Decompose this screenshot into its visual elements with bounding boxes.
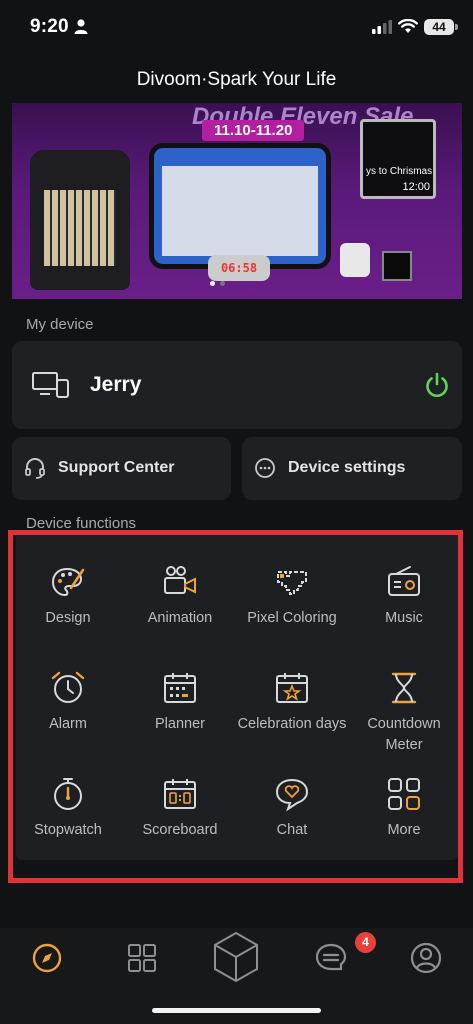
function-planner[interactable]: Planner — [124, 670, 236, 735]
stopwatch-icon — [54, 778, 82, 810]
device-name: Jerry — [90, 373, 142, 396]
support-center-button[interactable]: Support Center — [12, 437, 231, 500]
person-icon — [74, 19, 88, 34]
tree-display-image — [382, 251, 412, 281]
chat-heart-icon — [275, 778, 309, 812]
function-chat[interactable]: Chat — [236, 776, 348, 841]
function-label: Countdown Meter — [367, 716, 441, 753]
device-settings-button[interactable]: Device settings — [242, 437, 462, 500]
backpack-image — [30, 150, 130, 290]
backpack-pixel-screen — [44, 190, 116, 266]
discover-icon[interactable] — [31, 942, 63, 974]
status-time: 9:20 — [30, 16, 69, 37]
messages-badge: 4 — [355, 932, 376, 953]
monitor-screen — [162, 156, 318, 256]
function-label: More — [387, 822, 421, 838]
function-label: Animation — [147, 610, 213, 626]
apps-grid-icon[interactable] — [126, 942, 158, 974]
battery-nub — [455, 24, 458, 30]
function-label: Stopwatch — [34, 822, 102, 838]
promo-banner[interactable]: Double Eleven Sale 11.10-11.20 06:58 ys … — [12, 103, 462, 299]
home-indicator[interactable] — [152, 1008, 321, 1013]
function-label: Planner — [155, 716, 205, 732]
calendar-icon — [164, 673, 196, 703]
more-dots-icon — [255, 458, 275, 478]
scoreboard-icon — [164, 779, 196, 809]
device-card[interactable]: Jerry — [12, 341, 462, 429]
function-stopwatch[interactable]: Stopwatch — [12, 776, 124, 841]
alarm-clock-icon — [51, 671, 85, 703]
banner-dot-active — [210, 281, 215, 286]
function-label: Chat — [276, 822, 308, 838]
messages-icon[interactable] — [314, 942, 348, 974]
banner-pagination — [210, 281, 225, 286]
signal-icon — [372, 20, 392, 34]
robot-speaker-image — [340, 243, 370, 277]
function-more[interactable]: More — [348, 776, 460, 841]
pixel-calendar-image: ys to Chrismas 12:00 — [360, 119, 436, 199]
calendar-caption: ys to Chrismas — [366, 166, 433, 177]
hourglass-icon — [391, 672, 417, 704]
function-pixel-coloring[interactable]: Pixel Coloring — [236, 564, 348, 629]
function-label: Pixel Coloring — [247, 610, 337, 626]
grid-more-icon — [388, 778, 420, 810]
function-animation[interactable]: Animation — [124, 564, 236, 629]
battery-indicator: 44 — [424, 19, 454, 35]
camera-icon — [164, 566, 196, 594]
device-settings-label: Device settings — [288, 459, 406, 476]
banner-dot — [220, 281, 225, 286]
app-title: Divoom·Spark Your Life — [136, 69, 337, 90]
function-label: Music — [385, 610, 423, 626]
function-celebration-days[interactable]: Celebration days — [236, 670, 348, 735]
status-bar: 9:20 44 — [0, 0, 473, 56]
my-device-label: My device — [26, 316, 94, 333]
function-label: Scoreboard — [142, 822, 218, 838]
radio-icon — [388, 566, 420, 596]
profile-icon[interactable] — [409, 941, 443, 975]
pixel-monitor-image — [149, 143, 331, 269]
functions-grid: Design Animation Pixel Coloring Music Al… — [16, 530, 458, 860]
function-label: Alarm — [49, 716, 87, 732]
wifi-icon — [398, 19, 418, 33]
calendar-star-icon — [276, 673, 308, 703]
cube-icon[interactable] — [211, 930, 261, 984]
pixel-clock-image: 06:58 — [208, 255, 270, 281]
calendar-time: 12:00 — [402, 181, 430, 193]
function-countdown-meter[interactable]: Countdown Meter — [348, 670, 460, 756]
power-icon[interactable] — [424, 372, 450, 398]
monitor-title-bar — [162, 156, 318, 166]
function-music[interactable]: Music — [348, 564, 460, 629]
devices-icon — [32, 372, 69, 398]
support-center-label: Support Center — [58, 459, 175, 476]
function-design[interactable]: Design — [12, 564, 124, 629]
palette-icon — [51, 567, 85, 597]
headset-icon — [25, 458, 45, 479]
function-label: Celebration days — [237, 716, 347, 732]
function-label: Design — [45, 610, 91, 626]
function-scoreboard[interactable]: Scoreboard — [124, 776, 236, 841]
heart-pixel-icon — [277, 571, 307, 595]
function-alarm[interactable]: Alarm — [12, 670, 124, 735]
banner-date-range: 11.10-11.20 — [202, 120, 305, 141]
